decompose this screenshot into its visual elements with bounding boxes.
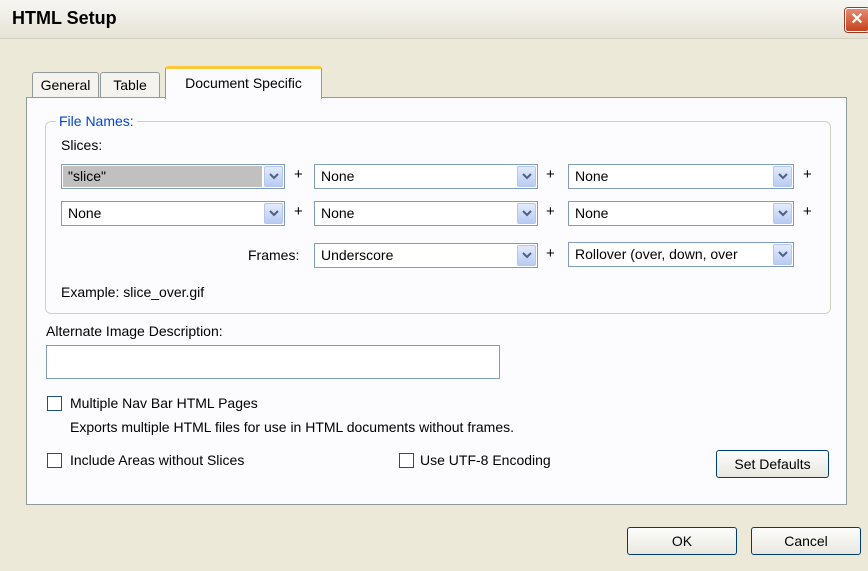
alt-description-label: Alternate Image Description: — [46, 323, 223, 339]
chevron-down-icon[interactable] — [773, 203, 792, 224]
slice-name-select-1[interactable]: "slice" — [61, 164, 285, 189]
example-text: Example: slice_over.gif — [61, 284, 205, 300]
select-value: None — [321, 205, 355, 221]
plus-sign: + — [294, 166, 303, 183]
select-value: None — [68, 205, 102, 221]
select-value: Underscore — [321, 247, 394, 263]
plus-sign: + — [546, 203, 555, 220]
chevron-down-icon[interactable] — [264, 203, 283, 224]
select-value: None — [575, 168, 609, 184]
tab-document-specific[interactable]: Document Specific — [165, 66, 322, 99]
slice-name-select-5[interactable]: None — [314, 201, 538, 226]
chevron-down-icon[interactable] — [773, 166, 792, 187]
plus-sign: + — [546, 166, 555, 183]
close-icon[interactable]: ✕ — [845, 8, 868, 32]
frames-label: Frames: — [248, 247, 300, 263]
chevron-down-icon[interactable] — [517, 245, 536, 266]
multi-nav-description: Exports multiple HTML files for use in H… — [70, 419, 515, 435]
tab-general[interactable]: General — [32, 72, 99, 98]
multi-nav-checkbox[interactable] — [47, 396, 62, 411]
tab-table[interactable]: Table — [100, 72, 160, 98]
chevron-down-icon[interactable] — [517, 166, 536, 187]
utf8-label: Use UTF-8 Encoding — [420, 452, 551, 468]
window-title: HTML Setup — [12, 8, 117, 28]
chevron-down-icon[interactable] — [264, 166, 283, 187]
plus-sign: + — [803, 203, 812, 220]
plus-sign: + — [546, 245, 555, 262]
alt-description-input[interactable] — [46, 345, 500, 379]
utf8-checkbox[interactable] — [399, 453, 414, 468]
ok-button[interactable]: OK — [627, 527, 737, 555]
chevron-down-icon[interactable] — [517, 203, 536, 224]
title-bar: HTML Setup ✕ — [0, 0, 868, 39]
chevron-down-icon[interactable] — [773, 244, 792, 265]
cancel-button[interactable]: Cancel — [751, 527, 861, 555]
select-value: "slice" — [68, 168, 106, 184]
slice-name-select-4[interactable]: None — [61, 201, 285, 226]
slices-label: Slices: — [61, 137, 103, 153]
include-areas-label: Include Areas without Slices — [70, 452, 245, 468]
frames-select-2[interactable]: Rollover (over, down, over — [568, 242, 794, 267]
set-defaults-button[interactable]: Set Defaults — [716, 450, 829, 478]
slice-name-select-3[interactable]: None — [568, 164, 794, 189]
include-areas-checkbox[interactable] — [47, 453, 62, 468]
file-names-legend: File Names: — [56, 113, 137, 129]
select-value: Rollover (over, down, over — [575, 246, 738, 262]
slice-name-select-2[interactable]: None — [314, 164, 538, 189]
slice-name-select-6[interactable]: None — [568, 201, 794, 226]
multi-nav-label: Multiple Nav Bar HTML Pages — [70, 395, 258, 411]
plus-sign: + — [803, 166, 812, 183]
select-value: None — [575, 205, 609, 221]
file-names-group: File Names: Slices: "slice" + None + Non… — [45, 113, 831, 314]
select-value: None — [321, 168, 355, 184]
tab-panel-document-specific: File Names: Slices: "slice" + None + Non… — [26, 97, 847, 505]
plus-sign: + — [294, 203, 303, 220]
frames-select-1[interactable]: Underscore — [314, 243, 538, 268]
